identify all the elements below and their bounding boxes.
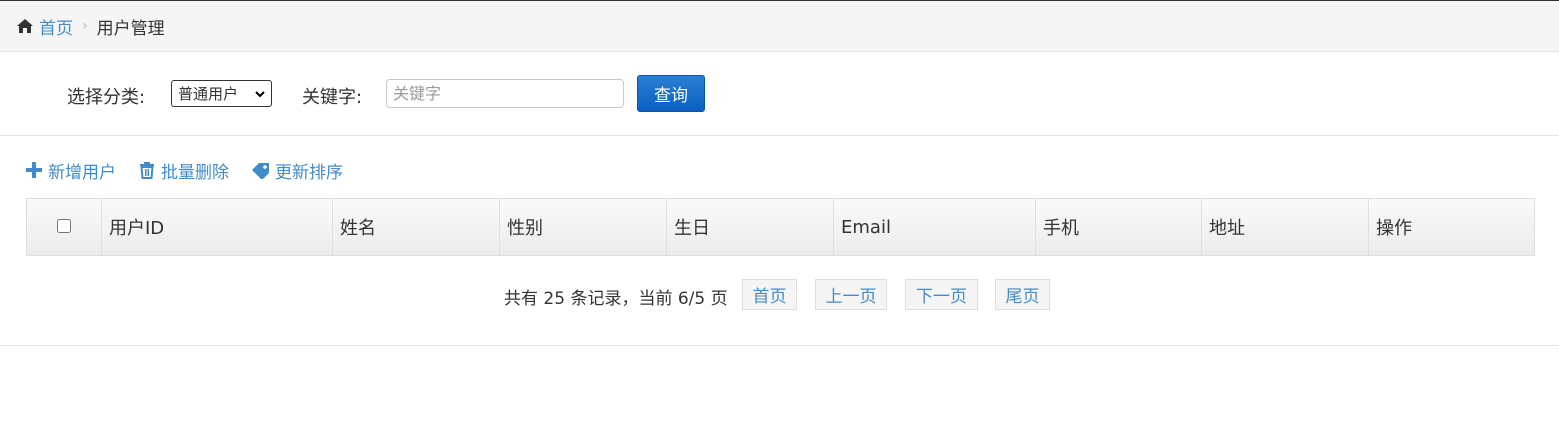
- column-header-birthday: 生日: [666, 198, 834, 256]
- batch-delete-button[interactable]: 批量删除: [138, 158, 229, 183]
- select-all-checkbox[interactable]: [57, 218, 71, 233]
- select-all-cell: [26, 198, 102, 256]
- update-sort-button[interactable]: 更新排序: [251, 158, 343, 183]
- column-header-address: 地址: [1201, 198, 1369, 256]
- add-user-label: 新增用户: [48, 162, 116, 183]
- pagination-info: 共有 25 条记录，当前 6/5 页: [504, 289, 728, 309]
- column-header-actions: 操作: [1376, 218, 1412, 239]
- pagination: 共有 25 条记录，当前 6/5 页 首页 上一页 下一页 尾页: [0, 279, 1559, 311]
- category-label: 选择分类:: [67, 87, 146, 108]
- breadcrumb-current: 用户管理: [96, 18, 165, 39]
- prev-page-button[interactable]: 上一页: [815, 279, 887, 310]
- breadcrumb-separator: ›: [82, 18, 88, 34]
- column-header-name: 姓名: [332, 198, 500, 256]
- next-page-button[interactable]: 下一页: [905, 279, 978, 310]
- trash-icon: [140, 162, 154, 179]
- batch-delete-label: 批量删除: [161, 162, 229, 183]
- column-header-gender: 性别: [499, 198, 667, 256]
- user-table: 用户ID 姓名 性别 生日 Email 手机 地址 操作: [26, 198, 1535, 256]
- keyword-input[interactable]: [386, 79, 624, 108]
- home-icon: [17, 19, 33, 33]
- plus-icon: [26, 162, 42, 178]
- column-header-phone: 手机: [1035, 198, 1202, 256]
- tag-icon: [252, 163, 269, 179]
- column-header-user-id: 用户ID: [101, 198, 333, 256]
- chevron-down-icon: [255, 90, 265, 97]
- breadcrumb: 首页 › 用户管理: [0, 0, 1559, 52]
- category-select-value: 普通用户: [178, 85, 239, 103]
- column-header-email: Email: [833, 198, 1036, 256]
- divider: [0, 345, 1559, 346]
- last-page-button[interactable]: 尾页: [995, 279, 1050, 310]
- first-page-button[interactable]: 首页: [742, 279, 797, 310]
- update-sort-label: 更新排序: [275, 162, 343, 183]
- category-select[interactable]: 普通用户: [171, 80, 272, 107]
- table-header-row: 用户ID 姓名 性别 生日 Email 手机 地址 操作: [26, 198, 1535, 256]
- filter-bar: 选择分类: 普通用户 关键字: 查询: [0, 52, 1559, 136]
- toolbar: 新增用户 批量删除 更新排序: [25, 157, 365, 183]
- add-user-button[interactable]: 新增用户: [25, 158, 116, 183]
- keyword-label: 关键字:: [302, 87, 363, 108]
- breadcrumb-home-link[interactable]: 首页: [39, 14, 73, 39]
- query-button[interactable]: 查询: [637, 75, 705, 112]
